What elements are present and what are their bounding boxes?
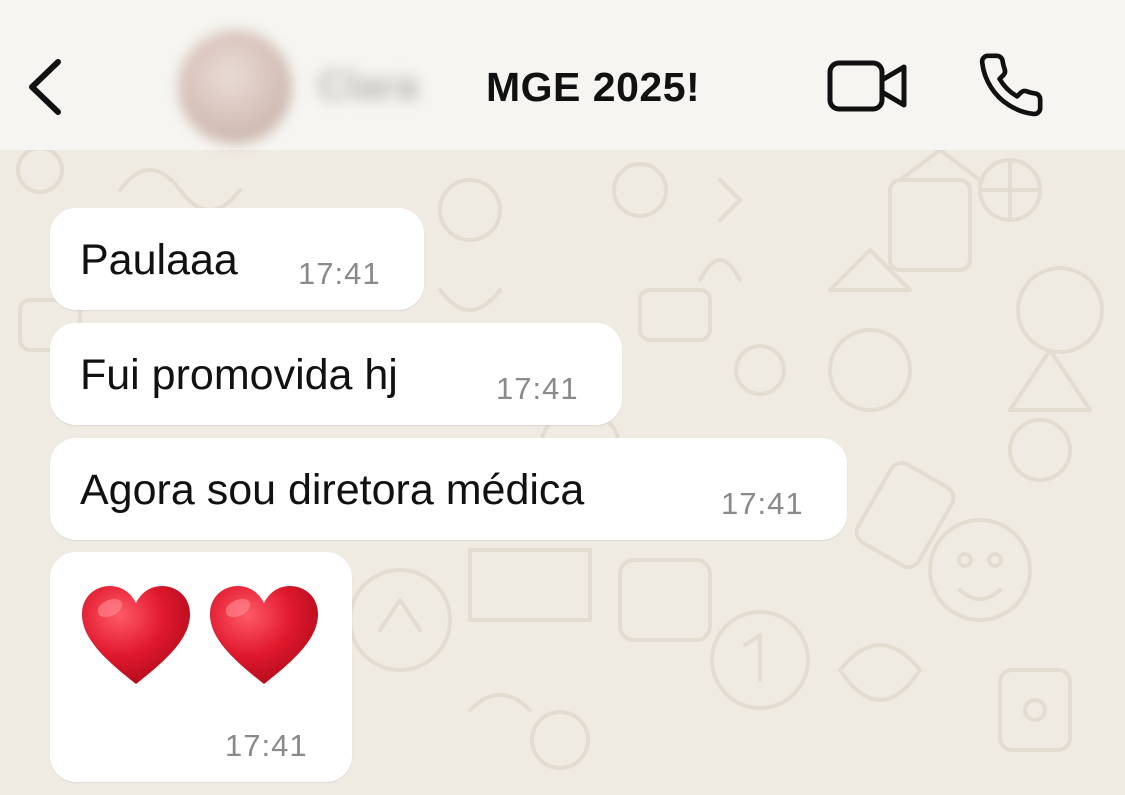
video-call-button[interactable] xyxy=(826,56,910,118)
video-camera-icon xyxy=(827,60,907,112)
avatar[interactable] xyxy=(178,30,292,144)
message-timestamp: 17:41 xyxy=(496,371,579,406)
message-text: Paulaaa xyxy=(80,236,238,284)
chat-header: Clara MGE 2025! xyxy=(0,0,1125,150)
message-timestamp: 17:41 xyxy=(721,486,804,521)
chat-title[interactable]: MGE 2025! xyxy=(486,64,700,111)
message-bubble[interactable]: Fui promovida hj 17:41 xyxy=(50,323,622,425)
chevron-left-icon xyxy=(29,59,61,115)
phone-icon xyxy=(979,53,1043,117)
message-bubble[interactable]: Paulaaa 17:41 xyxy=(50,208,424,310)
message-text: Fui promovida hj xyxy=(80,351,398,399)
message-text: Agora sou diretora médica xyxy=(80,466,585,514)
contact-name[interactable]: Clara xyxy=(318,64,418,109)
message-timestamp: 17:41 xyxy=(225,728,308,763)
chat-area[interactable]: Paulaaa 17:41 Fui promovida hj 17:41 Ago… xyxy=(0,150,1125,795)
emoji-message-bubble[interactable]: 17:41 xyxy=(50,552,352,782)
voice-call-button[interactable] xyxy=(976,50,1046,120)
message-bubble[interactable]: Agora sou diretora médica 17:41 xyxy=(50,438,847,540)
heart-emoji xyxy=(210,586,318,684)
back-button[interactable] xyxy=(18,50,74,122)
heart-emoji xyxy=(82,586,190,684)
message-timestamp: 17:41 xyxy=(298,256,381,291)
